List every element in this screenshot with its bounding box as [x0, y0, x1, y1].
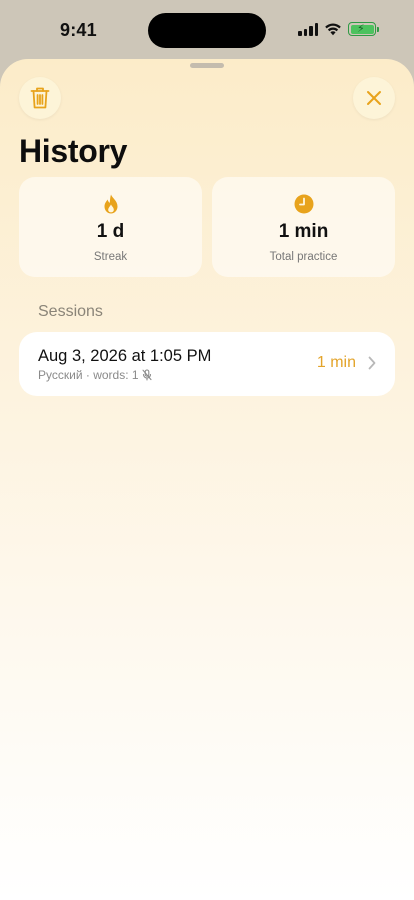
status-icons: ⚡ — [298, 22, 379, 36]
trash-icon — [30, 87, 50, 109]
flame-icon — [104, 194, 117, 214]
streak-label: Streak — [93, 251, 128, 263]
streak-value: 1 d — [96, 221, 125, 242]
sheet-grabber[interactable] — [190, 63, 224, 68]
total-practice-value: 1 min — [278, 221, 329, 242]
cellular-signal-icon — [298, 22, 318, 36]
session-meta: Русский · words: 1 — [38, 368, 152, 382]
battery-charging-icon: ⚡ — [348, 22, 379, 36]
status-bar: 9:41 ⚡ — [0, 0, 414, 60]
stat-icon-wrapper — [294, 194, 314, 214]
clock-icon — [294, 194, 313, 214]
total-practice-label: Total practice — [269, 251, 338, 263]
status-time: 9:41 — [60, 20, 97, 40]
session-row[interactable]: Aug 3, 2026 at 1:05 PM Русский · words: … — [19, 332, 395, 396]
page-title: History — [19, 133, 128, 169]
streak-card: 1 d Streak — [19, 177, 202, 277]
wifi-icon — [325, 23, 341, 36]
chevron-right-icon — [368, 356, 376, 370]
session-meta-text: Русский · words: 1 — [38, 368, 139, 382]
total-practice-card: 1 min Total practice — [212, 177, 395, 277]
microphone-slash-icon — [141, 369, 152, 381]
sessions-section-header: Sessions — [38, 303, 103, 320]
close-icon — [367, 91, 381, 105]
dynamic-island — [148, 13, 266, 48]
stat-icon-wrapper — [103, 194, 119, 214]
history-sheet: History 1 d Streak 1 min Total practice … — [0, 59, 414, 900]
close-button[interactable] — [353, 77, 395, 119]
delete-history-button[interactable] — [19, 77, 61, 119]
session-duration: 1 min — [316, 354, 356, 371]
session-date: Aug 3, 2026 at 1:05 PM — [38, 347, 212, 365]
